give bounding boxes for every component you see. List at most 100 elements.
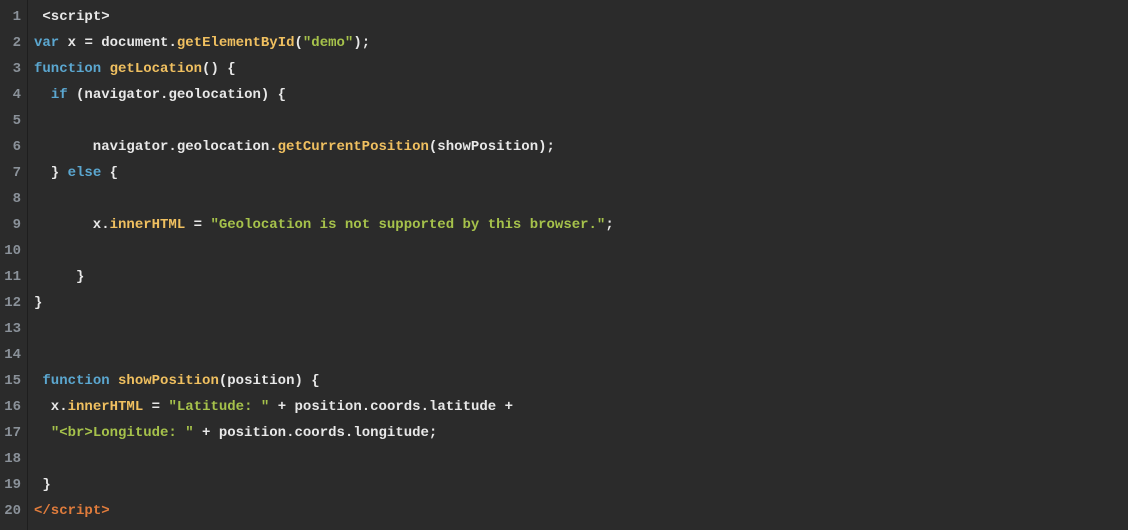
token-id: (navigator (68, 87, 160, 103)
token-op: = (84, 35, 92, 51)
code-line[interactable]: } (34, 472, 1128, 498)
code-line[interactable]: var x = document.getElementById("demo"); (34, 30, 1128, 56)
token-str: "<br>Longitude: " (51, 425, 194, 441)
token-pn: ; (605, 217, 613, 233)
token-id: (showPosition); (429, 139, 555, 155)
token-id: (position) { (219, 373, 320, 389)
code-editor[interactable]: 1234567891011121314151617181920 <script>… (0, 0, 1128, 530)
line-number: 19 (4, 472, 21, 498)
code-line[interactable]: } else { (34, 160, 1128, 186)
code-line[interactable]: } (34, 290, 1128, 316)
line-number: 20 (4, 498, 21, 524)
line-number: 6 (4, 134, 21, 160)
token-pn (34, 87, 51, 103)
token-id: latitude (429, 399, 505, 415)
token-pn: { (101, 165, 118, 181)
line-number: 7 (4, 160, 21, 186)
token-kw: function (42, 373, 109, 389)
token-pn: } (34, 295, 42, 311)
token-id: document (93, 35, 169, 51)
token-fn: getCurrentPosition (278, 139, 429, 155)
token-pn (185, 217, 193, 233)
token-fn: getElementById (177, 35, 295, 51)
token-fn: getLocation (110, 61, 202, 77)
token-op: . (362, 399, 370, 415)
token-pn: ( (295, 35, 303, 51)
code-area[interactable]: <script>var x = document.getElementById(… (28, 0, 1128, 530)
token-op: . (421, 399, 429, 415)
token-fn: innerHTML (110, 217, 186, 233)
line-number: 12 (4, 290, 21, 316)
code-line[interactable]: if (navigator.geolocation) { (34, 82, 1128, 108)
code-line[interactable] (34, 238, 1128, 264)
code-line[interactable] (34, 446, 1128, 472)
code-line[interactable]: x.innerHTML = "Latitude: " + position.co… (34, 394, 1128, 420)
token-id: position (210, 425, 286, 441)
token-op: = (194, 217, 202, 233)
line-number: 3 (4, 56, 21, 82)
token-pn (194, 425, 202, 441)
token-kw: var (34, 35, 59, 51)
token-pn: } (34, 477, 51, 493)
token-id: navigator (34, 139, 168, 155)
token-id: x (34, 217, 101, 233)
code-line[interactable]: </script> (34, 498, 1128, 524)
token-id: x (34, 399, 59, 415)
token-op: . (168, 35, 176, 51)
token-pn (143, 399, 151, 415)
token-pn (101, 61, 109, 77)
token-op: + (505, 399, 513, 415)
code-line[interactable]: navigator.geolocation.getCurrentPosition… (34, 134, 1128, 160)
token-pn (269, 399, 277, 415)
token-tag: <script> (42, 9, 109, 25)
code-line[interactable] (34, 108, 1128, 134)
token-op: = (152, 399, 160, 415)
line-number-gutter: 1234567891011121314151617181920 (0, 0, 28, 530)
token-id: position (286, 399, 362, 415)
token-str: "demo" (303, 35, 353, 51)
token-pn: } (34, 165, 68, 181)
code-line[interactable] (34, 342, 1128, 368)
token-kw: function (34, 61, 101, 77)
line-number: 5 (4, 108, 21, 134)
token-pn: ); (353, 35, 370, 51)
token-kw: if (51, 87, 68, 103)
line-number: 15 (4, 368, 21, 394)
line-number: 13 (4, 316, 21, 342)
token-pn (110, 373, 118, 389)
code-line[interactable]: "<br>Longitude: " + position.coords.long… (34, 420, 1128, 446)
code-line[interactable]: x.innerHTML = "Geolocation is not suppor… (34, 212, 1128, 238)
token-str: "Geolocation is not supported by this br… (210, 217, 605, 233)
line-number: 10 (4, 238, 21, 264)
token-id: geolocation (177, 139, 269, 155)
line-number: 1 (4, 4, 21, 30)
line-number: 8 (4, 186, 21, 212)
token-kw: else (68, 165, 102, 181)
token-op: . (168, 139, 176, 155)
token-op: . (59, 399, 67, 415)
token-closetag: ipt> (76, 503, 110, 519)
line-number: 16 (4, 394, 21, 420)
token-pn (34, 425, 51, 441)
token-op: + (278, 399, 286, 415)
line-number: 14 (4, 342, 21, 368)
code-line[interactable]: } (34, 264, 1128, 290)
token-pn: () { (202, 61, 236, 77)
line-number: 18 (4, 446, 21, 472)
token-fn: innerHTML (68, 399, 144, 415)
line-number: 17 (4, 420, 21, 446)
token-str: "Latitude: " (168, 399, 269, 415)
token-op: . (101, 217, 109, 233)
token-op: . (269, 139, 277, 155)
token-pn: } (34, 269, 84, 285)
token-id: longitude; (353, 425, 437, 441)
code-line[interactable] (34, 316, 1128, 342)
line-number: 4 (4, 82, 21, 108)
code-line[interactable] (34, 186, 1128, 212)
code-line[interactable]: <script> (34, 4, 1128, 30)
token-id: coords (370, 399, 420, 415)
code-line[interactable]: function showPosition(position) { (34, 368, 1128, 394)
line-number: 2 (4, 30, 21, 56)
code-line[interactable]: function getLocation() { (34, 56, 1128, 82)
token-fn: showPosition (118, 373, 219, 389)
